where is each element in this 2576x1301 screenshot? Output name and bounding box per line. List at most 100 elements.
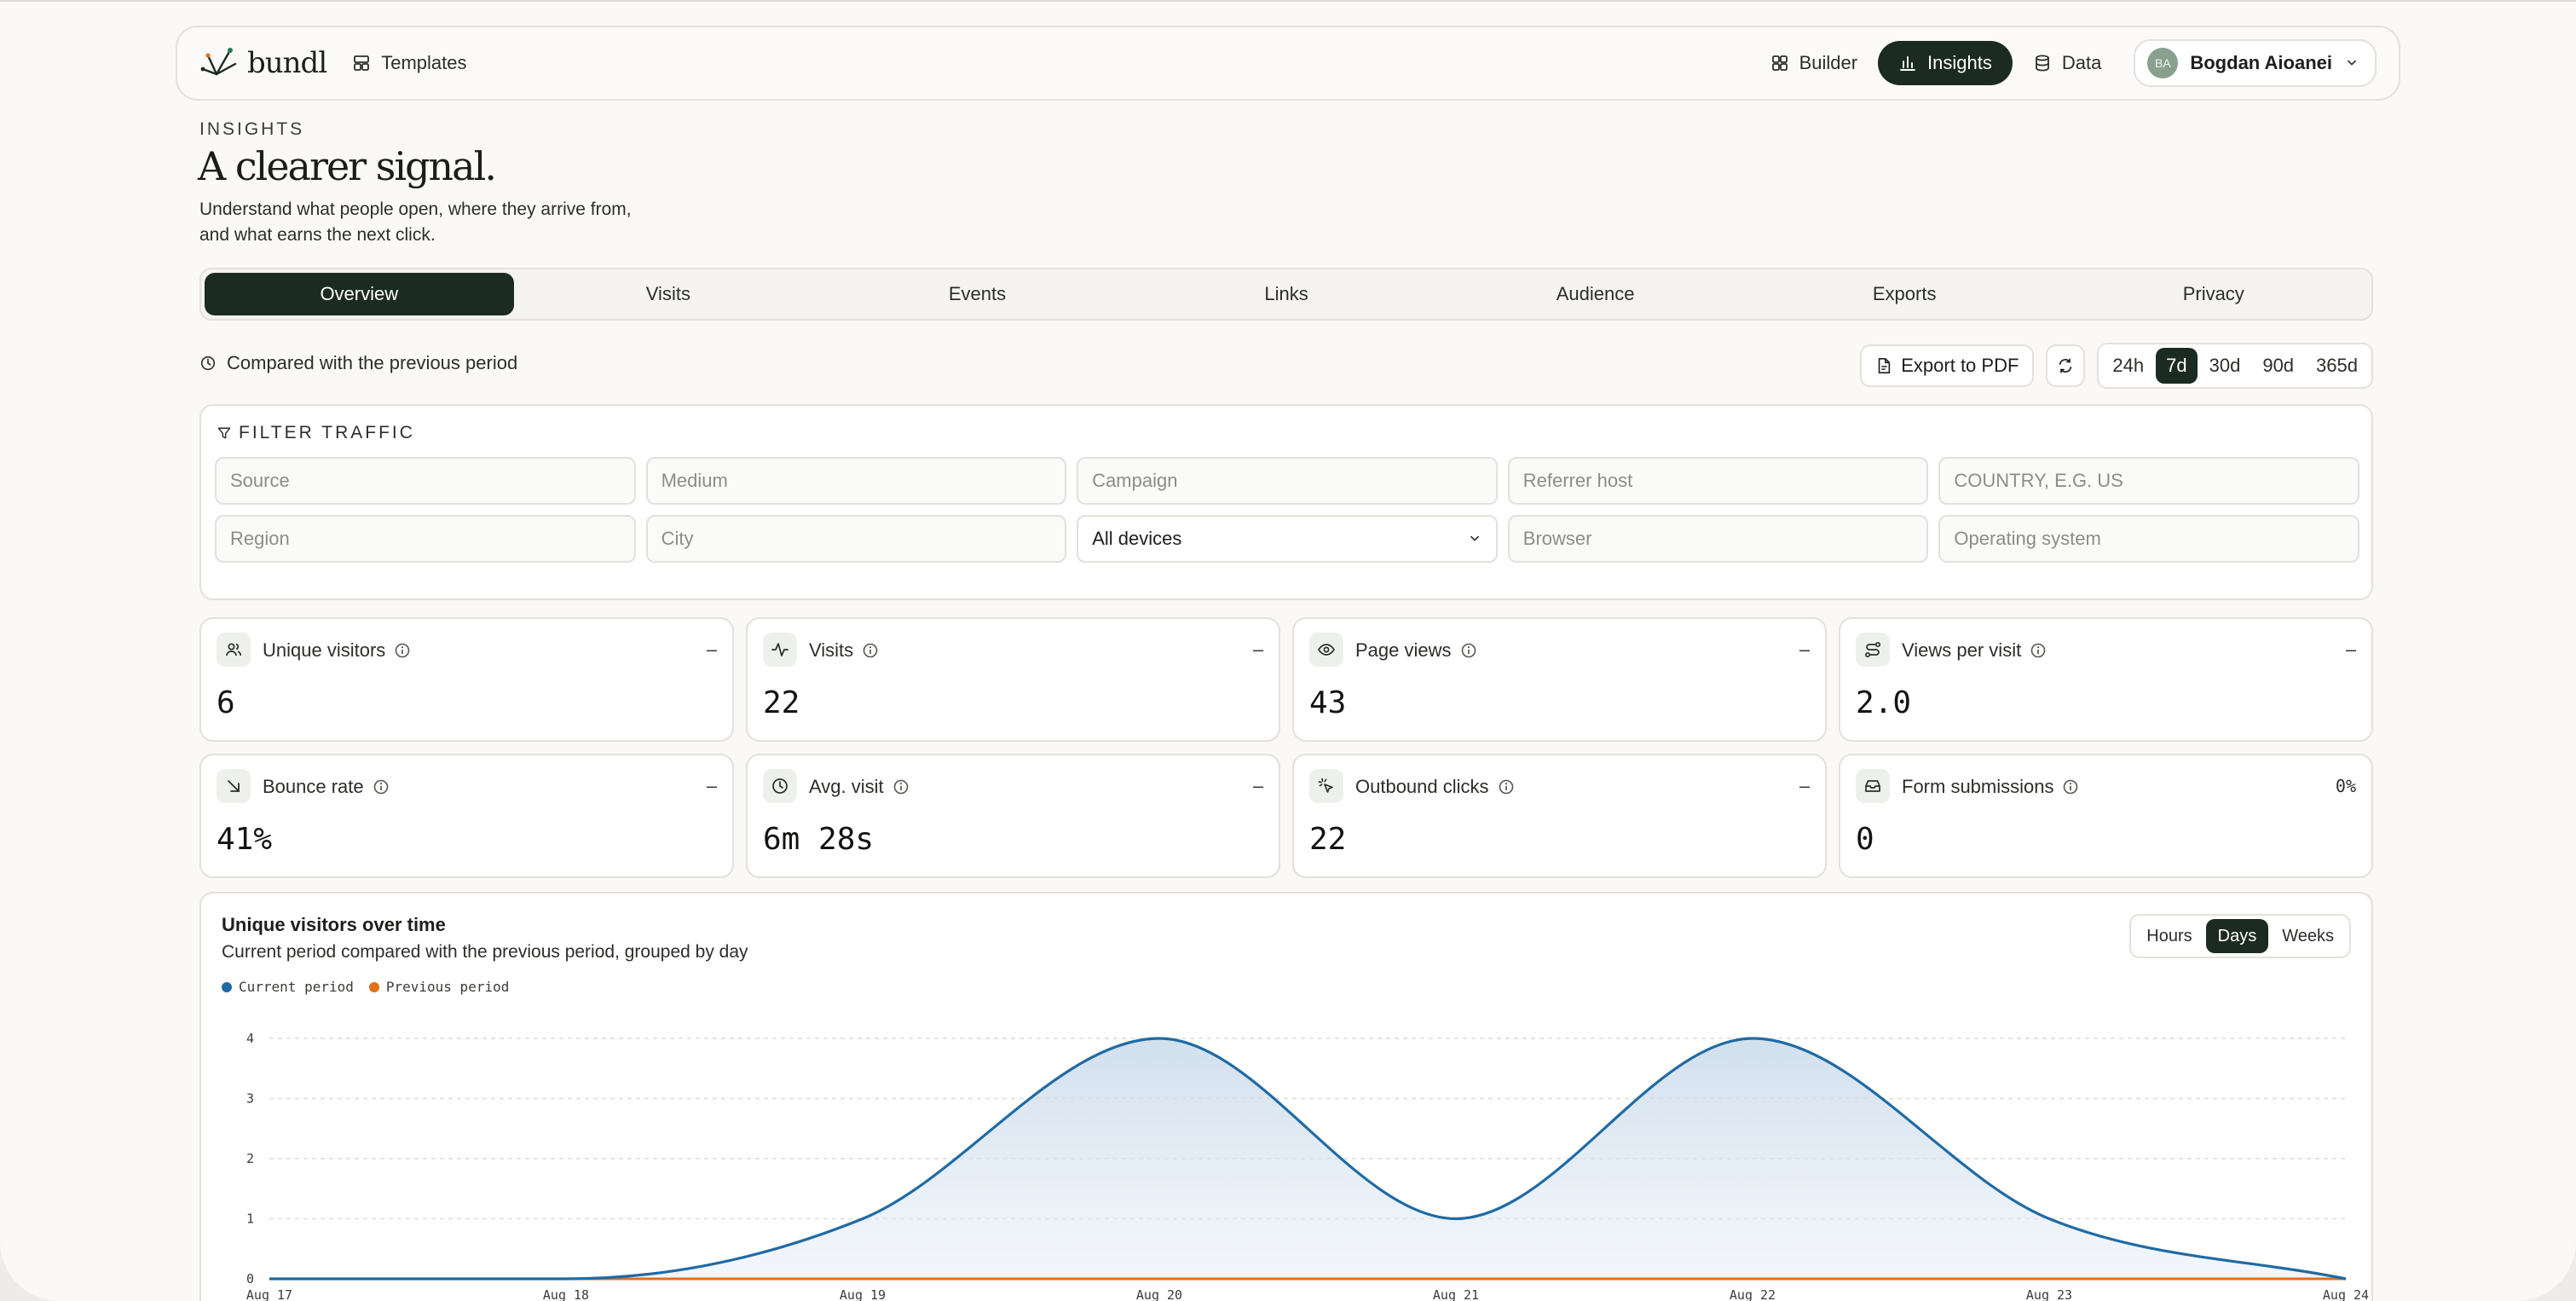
stat-label-text: Visits <box>809 639 854 661</box>
granularity-weeks[interactable]: Weeks <box>2270 919 2346 953</box>
y-tick-label: 4 <box>246 1031 254 1046</box>
stat-label: Outbound clicks <box>1355 776 1515 798</box>
tab-exports[interactable]: Exports <box>1750 273 2059 315</box>
layout-icon <box>354 55 370 71</box>
stat-delta: – <box>706 776 717 796</box>
campaign-input[interactable]: Campaign <box>1077 457 1498 505</box>
stat-card-form-submissions: Form submissions 0% 0 <box>1839 754 2373 878</box>
range-24h[interactable]: 24h <box>2102 348 2154 384</box>
x-tick-label: Aug 22 <box>1730 1287 1776 1301</box>
filter-panel: FILTER TRAFFIC Source Medium Campaign Re… <box>199 404 2373 600</box>
nav-builder-label: Builder <box>1799 52 1858 73</box>
devices-select[interactable]: All devices <box>1077 515 1498 563</box>
referrer-host-input[interactable]: Referrer host <box>1507 457 1929 505</box>
avatar: BA <box>2147 48 2179 78</box>
export-pdf-label: Export to PDF <box>1901 355 2019 376</box>
tab-audience[interactable]: Audience <box>1441 273 1750 315</box>
info-icon[interactable] <box>2062 778 2079 795</box>
stat-card-outbound-clicks: Outbound clicks – 22 <box>1292 754 1827 878</box>
templates-link[interactable]: Templates <box>352 52 466 74</box>
stat-label: Avg. visit <box>809 776 910 798</box>
info-icon[interactable] <box>862 642 879 659</box>
browser-input[interactable]: Browser <box>1507 515 1929 563</box>
clock-icon <box>763 769 797 803</box>
info-icon[interactable] <box>394 642 411 659</box>
file-icon <box>1878 358 1891 373</box>
granularity-days[interactable]: Days <box>2205 919 2269 953</box>
chevron-down-icon <box>1470 535 1479 541</box>
user-menu[interactable]: BA Bogdan Aioanei <box>2134 39 2377 87</box>
mail-icon <box>1856 769 1890 803</box>
click-icon <box>1309 769 1343 803</box>
refresh-button[interactable] <box>2046 344 2086 387</box>
export-pdf-button[interactable]: Export to PDF <box>1860 344 2035 387</box>
arrow-down-right-icon <box>217 769 251 803</box>
tab-overview[interactable]: Overview <box>205 273 514 315</box>
info-icon[interactable] <box>1460 642 1477 659</box>
range-7d[interactable]: 7d <box>2156 348 2198 384</box>
stat-value: 43 <box>1309 685 1347 720</box>
range-30d[interactable]: 30d <box>2199 348 2251 384</box>
medium-input[interactable]: Medium <box>645 457 1067 505</box>
tab-privacy[interactable]: Privacy <box>2059 273 2368 315</box>
range-365d[interactable]: 365d <box>2306 348 2368 384</box>
y-tick-label: 0 <box>246 1271 254 1287</box>
nav-insights-label: Insights <box>1927 52 1992 73</box>
legend-label-previous: Previous period <box>385 979 510 995</box>
source-input[interactable]: Source <box>215 457 636 505</box>
country-input[interactable]: COUNTRY, E.G. US <box>1938 457 2359 505</box>
eye-icon <box>1309 633 1343 667</box>
tab-links[interactable]: Links <box>1132 273 1441 315</box>
activity-icon <box>763 633 797 667</box>
tab-events[interactable]: Events <box>823 273 1132 315</box>
brand-logo[interactable]: bundl <box>199 43 327 83</box>
nav-data[interactable]: Data <box>2013 41 2122 85</box>
tab-visits[interactable]: Visits <box>514 273 823 315</box>
city-input[interactable]: City <box>645 515 1067 563</box>
granularity-hours[interactable]: Hours <box>2134 919 2203 953</box>
stat-value: 22 <box>1309 822 1347 857</box>
compare-note: Compared with the previous period <box>199 352 517 374</box>
info-icon[interactable] <box>892 778 910 795</box>
operating-system-input[interactable]: Operating system <box>1938 515 2359 563</box>
info-icon[interactable] <box>373 778 390 795</box>
x-tick-label: Aug 20 <box>1136 1287 1182 1301</box>
stat-label-text: Outbound clicks <box>1355 776 1489 797</box>
stats-grid: Unique visitors – 6 Visits – 22 Page vie… <box>199 617 2373 878</box>
grid-icon <box>1771 55 1788 71</box>
filter-title: FILTER TRAFFIC <box>217 423 415 443</box>
stat-delta: – <box>1252 639 1263 660</box>
nav-insights[interactable]: Insights <box>1878 41 2013 85</box>
stat-value: 6 <box>217 685 235 720</box>
user-name: Bogdan Aioanei <box>2190 52 2332 73</box>
stat-delta: 0% <box>2335 776 2356 796</box>
info-icon[interactable] <box>2030 642 2047 659</box>
range-90d[interactable]: 90d <box>2252 348 2304 384</box>
stat-label-text: Views per visit <box>1902 639 2022 661</box>
stat-label-text: Avg. visit <box>809 776 884 797</box>
region-input[interactable]: Region <box>215 515 636 563</box>
nav-builder[interactable]: Builder <box>1750 41 1878 85</box>
x-tick-label: Aug 17 <box>246 1287 292 1301</box>
info-icon[interactable] <box>1498 778 1515 795</box>
compare-text: Compared with the previous period <box>227 352 518 373</box>
stat-delta: – <box>706 639 717 660</box>
page-title: A clearer signal. <box>198 143 497 189</box>
stat-label-text: Form submissions <box>1902 776 2054 797</box>
x-tick-label: Aug 21 <box>1433 1287 1479 1301</box>
app-window: bundl Templates Builder Insights Data BA… <box>0 0 2576 1301</box>
y-tick-label: 2 <box>246 1151 254 1166</box>
bar-chart-icon <box>1900 56 1915 71</box>
clock-icon <box>200 356 216 371</box>
refresh-icon <box>2059 358 2072 373</box>
page-subtitle-line-1: Understand what people open, where they … <box>199 199 632 219</box>
stat-label: Page views <box>1355 639 1477 662</box>
section-tabs: Overview Visits Events Links Audience Ex… <box>199 268 2373 321</box>
stat-card-unique-visitors: Unique visitors – 6 <box>199 617 734 742</box>
stat-label: Bounce rate <box>263 776 390 798</box>
stat-label: Visits <box>809 639 879 662</box>
range-selector: 24h 7d 30d 90d 365d <box>2097 343 2373 389</box>
stat-label-text: Bounce rate <box>263 776 364 797</box>
stat-card-bounce-rate: Bounce rate – 41% <box>199 754 734 878</box>
stat-delta: – <box>1799 776 1810 796</box>
